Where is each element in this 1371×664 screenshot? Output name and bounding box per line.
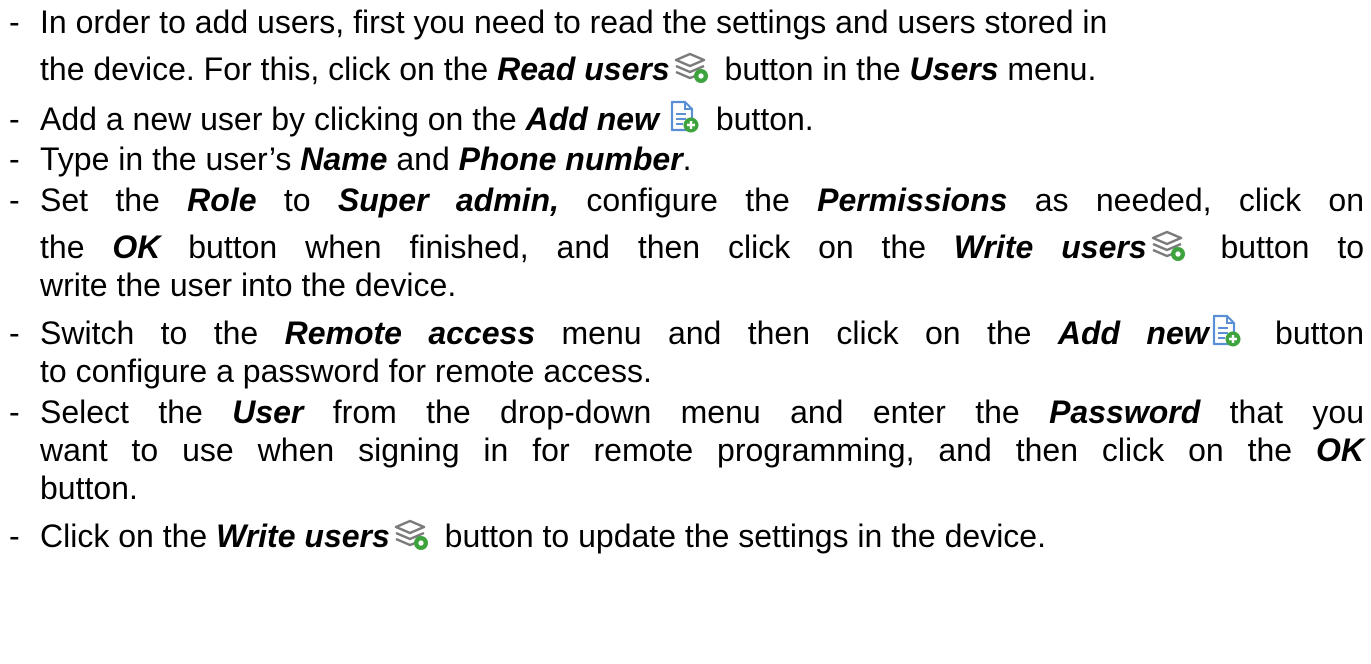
text-segment: that you	[1200, 394, 1365, 430]
user-field-label: User	[232, 394, 304, 430]
text-segment: button in the	[715, 51, 910, 87]
text-segment: the	[40, 229, 113, 265]
text-segment: Add a new user by clicking on the	[40, 101, 526, 137]
text-segment: want to use when signing in for remote p…	[40, 432, 1316, 468]
password-field-label: Password	[1049, 394, 1201, 430]
text-segment: .	[682, 141, 692, 177]
add-new-label: Add new	[1057, 315, 1209, 351]
text-segment: configure the	[559, 182, 818, 218]
users-layers-gear-icon	[392, 519, 430, 551]
bullet-dash: -	[9, 315, 20, 351]
text-segment: Select the	[40, 394, 233, 430]
users-layers-gear-icon	[1149, 230, 1187, 262]
remote-access-label: Remote access	[284, 315, 536, 351]
document-add-icon	[1211, 314, 1241, 348]
text-segment: the device. For this, click on the	[40, 51, 498, 87]
step-4-text-cont: the OK button when finished, and then cl…	[40, 228, 1364, 266]
ok-button-label: OK	[112, 229, 161, 265]
step-1-text-cont: the device. For this, click on the Read …	[40, 50, 1096, 88]
step-7-text: Click on the Write users button to updat…	[40, 517, 1046, 555]
text-segment: button to update the settings in the dev…	[435, 518, 1046, 554]
write-users-label: Write users	[953, 229, 1147, 265]
read-users-label: Read users	[497, 51, 670, 87]
step-6-text-cont: want to use when signing in for remote p…	[40, 431, 1364, 469]
step-5-text-cont: to configure a password for remote acces…	[40, 353, 652, 389]
bullet-dash: -	[9, 182, 20, 218]
text-segment: button to	[1192, 229, 1365, 265]
text-segment: and	[387, 141, 459, 177]
step-1-text: In order to add users, first you need to…	[40, 4, 1108, 40]
text-segment: Set the	[40, 182, 188, 218]
text-segment: to	[256, 182, 338, 218]
add-new-label: Add new	[525, 101, 659, 137]
step-3-text: Type in the user’s Name and Phone number…	[40, 140, 692, 178]
step-4-text-end: write the user into the device.	[40, 267, 457, 303]
step-2-text: Add a new user by clicking on the Add ne…	[40, 100, 814, 138]
step-4-text: Set the Role to Super admin, configure t…	[40, 181, 1364, 219]
text-segment: menu.	[998, 51, 1097, 87]
text-segment: Switch to the	[40, 315, 285, 351]
document-add-icon	[669, 100, 699, 134]
users-layers-gear-icon	[672, 52, 710, 84]
text-segment: Click on the	[40, 518, 217, 554]
bullet-dash: -	[9, 518, 20, 554]
text-segment: Type in the user’s	[40, 141, 301, 177]
step-6-text: Select the User from the drop-down menu …	[40, 393, 1364, 431]
ok-button-label: OK	[1316, 432, 1364, 468]
bullet-dash: -	[9, 394, 20, 430]
text-segment: as needed, click on	[1007, 182, 1365, 218]
role-label: Role	[187, 182, 257, 218]
bullet-dash: -	[9, 4, 20, 40]
name-field-label: Name	[300, 141, 388, 177]
permissions-label: Permissions	[817, 182, 1008, 218]
bullet-dash: -	[9, 101, 20, 137]
phone-number-field-label: Phone number	[458, 141, 683, 177]
step-6-text-end: button.	[40, 470, 138, 506]
text-segment: menu and then click on the	[535, 315, 1058, 351]
text-segment: from the drop-down menu and enter the	[303, 394, 1050, 430]
write-users-label: Write users	[216, 518, 390, 554]
step-5-text: Switch to the Remote access menu and the…	[40, 314, 1364, 352]
bullet-dash: -	[9, 141, 20, 177]
text-segment: button.	[706, 101, 814, 137]
super-admin-label: Super admin,	[337, 182, 559, 218]
text-segment: button	[1248, 315, 1365, 351]
text-segment: button when finished, and then click on …	[160, 229, 954, 265]
users-menu-label: Users	[909, 51, 999, 87]
